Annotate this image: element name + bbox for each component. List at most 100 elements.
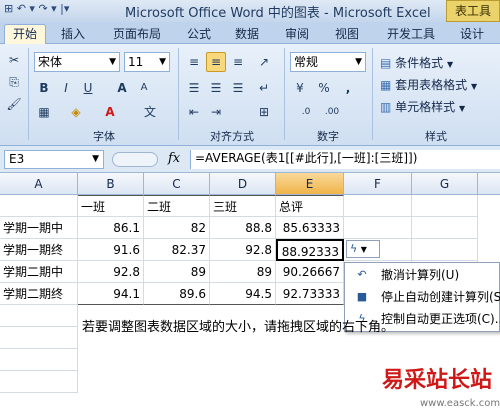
cell[interactable] [344, 195, 412, 217]
insert-function-button[interactable]: fx [168, 151, 180, 166]
active-cell[interactable]: 88.92333 [276, 239, 344, 261]
tab-review[interactable]: 审阅 [276, 25, 318, 44]
data-cell[interactable]: 82.37 [144, 239, 210, 261]
phonetic-icon[interactable]: 文 [140, 102, 160, 122]
column-header-c[interactable]: C [144, 173, 210, 195]
font-group-label: 字体 [93, 130, 115, 143]
table-header-cell[interactable]: 三班 [210, 195, 276, 217]
separator [372, 48, 373, 140]
data-cell[interactable]: 89 [144, 261, 210, 283]
cell[interactable] [0, 305, 78, 327]
conditional-format-button[interactable]: ▤ 条件格式 ▼ [380, 54, 453, 71]
table-header-cell[interactable] [0, 195, 78, 217]
decrease-decimal-icon[interactable]: .00 [322, 102, 342, 122]
formula-input[interactable]: =AVERAGE(表1[[#此行],[一班]:[三班]]) [190, 150, 500, 169]
tab-insert[interactable]: 插入 [52, 25, 94, 44]
quick-access-toolbar[interactable]: ⊞ ↶ ▾ ↷ ▾ |▾ [4, 2, 69, 15]
tab-home[interactable]: 开始 [4, 24, 46, 45]
borders-icon[interactable]: ▦ [34, 102, 54, 122]
data-cell[interactable]: 89 [210, 261, 276, 283]
font-size-select[interactable]: 11 ▼ [124, 52, 170, 72]
row-label-cell[interactable]: 学期二期终 [0, 283, 78, 305]
cell[interactable] [0, 327, 78, 349]
font-name-select[interactable]: 宋体 ▼ [34, 52, 120, 72]
data-cell[interactable]: 94.5 [210, 283, 276, 305]
format-as-table-button[interactable]: ▦ 套用表格格式 ▼ [380, 76, 477, 93]
underline-button[interactable]: U [78, 78, 98, 98]
tab-view[interactable]: 视图 [326, 25, 368, 44]
format-painter-icon[interactable]: 🖌 [4, 94, 24, 114]
number-format-select[interactable]: 常规 ▼ [290, 52, 366, 72]
formula-bar-splitter[interactable] [112, 152, 158, 167]
bold-button[interactable]: B [34, 78, 54, 98]
orientation-icon[interactable]: ↗ [254, 52, 274, 72]
wrap-text-icon[interactable]: ↵ [254, 78, 274, 98]
table-header-cell[interactable]: 二班 [144, 195, 210, 217]
tab-page-layout[interactable]: 页面布局 [104, 25, 170, 44]
data-cell[interactable]: 88.8 [210, 217, 276, 239]
tab-design[interactable]: 设计 [452, 25, 492, 44]
increase-decimal-icon[interactable]: .0 [296, 102, 316, 122]
align-bottom-icon[interactable]: ≡ [228, 52, 248, 72]
data-cell[interactable]: 94.1 [78, 283, 144, 305]
tab-data[interactable]: 数据 [226, 25, 268, 44]
align-center-icon[interactable]: ☰ [206, 78, 226, 98]
increase-indent-icon[interactable]: ⇥ [206, 102, 226, 122]
shrink-font-button[interactable]: A [134, 78, 154, 98]
table-header-cell[interactable]: 总评 [276, 195, 344, 217]
column-header-g[interactable]: G [412, 173, 478, 195]
fill-color-icon[interactable]: ◈ [66, 102, 86, 122]
data-cell[interactable]: 82 [144, 217, 210, 239]
tab-formulas[interactable]: 公式 [178, 25, 220, 44]
column-header-b[interactable]: B [78, 173, 144, 195]
cell[interactable] [412, 217, 478, 239]
merge-center-icon[interactable]: ⊞ [254, 102, 274, 122]
cell[interactable] [344, 217, 412, 239]
comma-button[interactable]: , [338, 78, 358, 98]
menu-item-label: 停止自动创建计算列(S) [381, 290, 500, 304]
font-color-button[interactable]: A [100, 102, 120, 122]
decrease-indent-icon[interactable]: ⇤ [184, 102, 204, 122]
cut-icon[interactable]: ✂ [4, 50, 24, 70]
undo-calculated-column-item[interactable]: ↶ 撤消计算列(U) [345, 264, 500, 286]
table-tools-context-tab[interactable]: 表工具 [446, 0, 500, 22]
column-header-d[interactable]: D [210, 173, 276, 195]
align-top-icon[interactable]: ≡ [184, 52, 204, 72]
cell[interactable] [0, 371, 78, 393]
row-label-cell[interactable]: 学期二期中 [0, 261, 78, 283]
align-middle-icon[interactable]: ≡ [206, 52, 226, 72]
data-cell[interactable]: 92.73333 [276, 283, 344, 305]
chevron-down-icon: ▼ [355, 57, 362, 67]
align-right-icon[interactable]: ☰ [228, 78, 248, 98]
cell[interactable] [0, 349, 78, 371]
data-cell[interactable]: 91.6 [78, 239, 144, 261]
column-header-e[interactable]: E [276, 173, 344, 195]
row-label-cell[interactable]: 学期一期终 [0, 239, 78, 261]
align-left-icon[interactable]: ☰ [184, 78, 204, 98]
data-cell[interactable]: 86.1 [78, 217, 144, 239]
data-cell[interactable]: 89.6 [144, 283, 210, 305]
italic-button[interactable]: I [56, 78, 76, 98]
table-header-cell[interactable]: 一班 [78, 195, 144, 217]
name-box[interactable]: E3 ▼ [4, 150, 104, 169]
data-cell[interactable]: 92.8 [78, 261, 144, 283]
column-header-f[interactable]: F [344, 173, 412, 195]
copy-icon[interactable]: ⎘ [4, 72, 24, 92]
column-header-a[interactable]: A [0, 173, 78, 195]
data-cell[interactable]: 92.8 [210, 239, 276, 261]
data-cell[interactable]: 90.26667 [276, 261, 344, 283]
data-cell[interactable]: 85.63333 [276, 217, 344, 239]
chevron-down-icon: ▼ [159, 57, 166, 67]
grow-font-button[interactable]: A [112, 78, 132, 98]
stop-auto-calculated-column-item[interactable]: ■ 停止自动创建计算列(S) [345, 286, 500, 308]
stop-icon: ■ [356, 290, 368, 303]
row-label-cell[interactable]: 学期一期中 [0, 217, 78, 239]
cell[interactable] [412, 239, 478, 261]
undo-icon: ↶ [357, 268, 367, 281]
cell-styles-button[interactable]: ▥ 单元格样式 ▼ [380, 98, 465, 115]
percent-button[interactable]: % [314, 78, 334, 98]
cell[interactable] [412, 195, 478, 217]
currency-icon[interactable]: ¥ [290, 78, 310, 98]
tab-developer[interactable]: 开发工具 [378, 25, 444, 44]
autocorrect-options-button[interactable]: ϟ ▼ [346, 240, 380, 258]
